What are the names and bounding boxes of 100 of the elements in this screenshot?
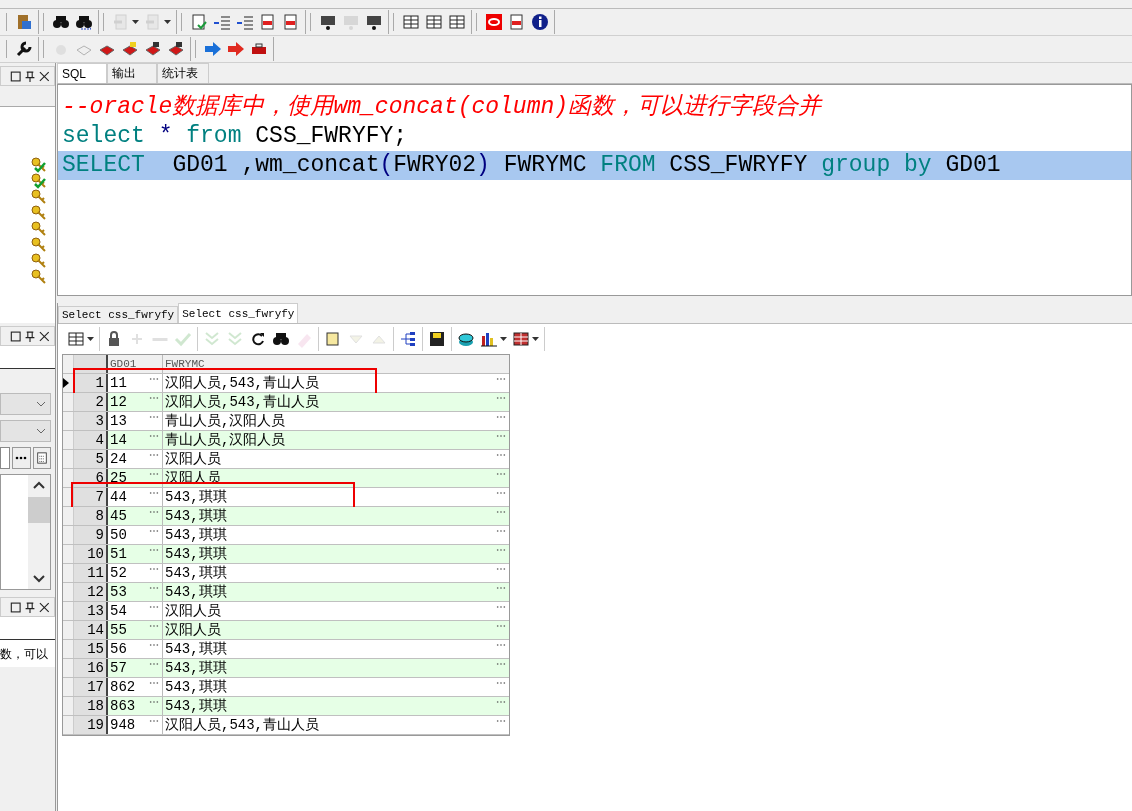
input-field[interactable] <box>0 447 10 469</box>
row-indicator[interactable] <box>63 374 74 392</box>
ellipsis-icon[interactable] <box>149 491 159 495</box>
editor-tab[interactable]: 统计表 <box>157 63 209 83</box>
panel-buttons-drawing[interactable] <box>10 70 50 82</box>
ellipsis-icon[interactable] <box>149 529 159 533</box>
row-number[interactable]: 1 <box>74 374 108 392</box>
row-number[interactable]: 15 <box>74 640 108 658</box>
document-icon <box>508 13 526 31</box>
ellipsis-icon[interactable] <box>149 567 159 571</box>
editor-tab[interactable]: 输出 <box>107 63 157 83</box>
ellipsis-icon[interactable] <box>149 662 159 666</box>
table-cell: 52 <box>110 564 127 582</box>
ellipsis-icon[interactable] <box>496 396 506 400</box>
scrollbar[interactable] <box>28 475 50 589</box>
row-number[interactable]: 13 <box>74 602 108 620</box>
ellipsis-icon[interactable] <box>496 643 506 647</box>
table-cell: 青山人员,汉阳人员 <box>165 412 286 430</box>
table-cell: 543,琪琪 <box>165 545 227 563</box>
toolbar-button[interactable] <box>511 329 540 349</box>
table-cell: 青山人员,汉阳人员 <box>165 431 286 449</box>
dropdown-field[interactable] <box>0 420 51 442</box>
ellipsis-icon[interactable] <box>149 548 159 552</box>
ellipsis-icon[interactable] <box>496 472 506 476</box>
code-line: --oracle数据库中，使用wm_concat(column)函数，可以进行字段合并 <box>61 93 824 122</box>
ellipsis-icon[interactable] <box>149 396 159 400</box>
row-number[interactable]: 2 <box>74 393 108 411</box>
ellipsis-icon[interactable] <box>496 662 506 666</box>
ellipsis-icon[interactable] <box>149 643 159 647</box>
toolbar-button[interactable] <box>427 329 447 349</box>
toolbar-button[interactable] <box>424 12 444 32</box>
ellipsis-icon[interactable] <box>496 415 506 419</box>
ellipsis-icon[interactable] <box>149 472 159 476</box>
ellipsis-icon[interactable] <box>149 510 159 514</box>
projector-icon <box>342 13 360 31</box>
ellipsis-icon[interactable] <box>149 681 159 685</box>
ellipsis-icon[interactable] <box>149 434 159 438</box>
ellipsis-icon[interactable] <box>149 605 159 609</box>
row-number[interactable]: 18 <box>74 697 108 715</box>
row-number[interactable]: 16 <box>74 659 108 677</box>
scroll-down-icon[interactable] <box>33 575 45 583</box>
row-number[interactable]: 4 <box>74 431 108 449</box>
dropdown-field[interactable] <box>0 393 51 415</box>
toolbar-button[interactable] <box>14 39 34 59</box>
row-number[interactable]: 5 <box>74 450 108 468</box>
panel-buttons-drawing[interactable] <box>10 330 50 342</box>
toolbar-button[interactable] <box>398 329 418 349</box>
table-cell: 543,琪琪 <box>165 697 227 715</box>
row-number[interactable]: 19 <box>74 716 108 734</box>
row-number[interactable]: 12 <box>74 583 108 601</box>
ellipsis-icon[interactable] <box>496 567 506 571</box>
ellipsis-icon[interactable] <box>496 510 506 514</box>
ellipsis-icon[interactable] <box>496 491 506 495</box>
toolbar-button[interactable] <box>401 12 421 32</box>
ellipsis-icon[interactable] <box>496 586 506 590</box>
ellipsis-icon[interactable] <box>149 377 159 381</box>
ellipsis-icon[interactable] <box>149 700 159 704</box>
toolbar-button[interactable] <box>447 12 467 32</box>
editor-tab[interactable]: SQL <box>57 63 107 83</box>
row-number[interactable]: 14 <box>74 621 108 639</box>
ellipsis-icon[interactable] <box>496 434 506 438</box>
ellipsis-icon[interactable] <box>149 415 159 419</box>
ellipsis-icon[interactable] <box>496 700 506 704</box>
ellipsis-icon[interactable] <box>149 586 159 590</box>
document-button[interactable] <box>32 447 51 469</box>
ellipsis-icon[interactable] <box>496 605 506 609</box>
toolbar-button[interactable] <box>66 329 95 349</box>
table-cell: 汉阳人员,543,青山人员 <box>165 393 319 411</box>
result-tab[interactable]: Select css_fwryfy <box>58 306 179 323</box>
scroll-thumb[interactable] <box>28 497 50 523</box>
ellipsis-icon[interactable] <box>496 453 506 457</box>
ellipsis-icon[interactable] <box>496 719 506 723</box>
table-cell: 54 <box>110 602 127 620</box>
row-number[interactable]: 3 <box>74 412 108 430</box>
scroll-up-icon[interactable] <box>33 481 45 489</box>
browse-button[interactable] <box>12 447 31 469</box>
ellipsis-icon[interactable] <box>496 548 506 552</box>
row-number[interactable]: 17 <box>74 678 108 696</box>
ellipsis-icon[interactable] <box>496 624 506 628</box>
ellipsis-icon[interactable] <box>496 377 506 381</box>
row-number[interactable]: 7 <box>74 488 108 506</box>
ellipsis-icon[interactable] <box>496 529 506 533</box>
ellipsis-icon[interactable] <box>149 453 159 457</box>
toolbar-button[interactable] <box>530 12 550 32</box>
panel-buttons-drawing[interactable] <box>10 601 50 613</box>
check-icon <box>174 330 192 348</box>
table-cell: 汉阳人员 <box>165 450 221 468</box>
row-number[interactable]: 8 <box>74 507 108 525</box>
table-cell: 汉阳人员,543,青山人员 <box>165 716 319 734</box>
ellipsis-icon[interactable] <box>149 719 159 723</box>
sql-editor[interactable]: --oracle数据库中，使用wm_concat(column)函数，可以进行字段合并 select * from CSS_FWRYFY; SELECT GD01 ,wm_concat(FWRY02) FWRYMC FROM CSS_FWRYFY group by GD01 <box>57 84 1132 296</box>
ellipsis-icon[interactable] <box>149 624 159 628</box>
arrow-right-icon <box>204 40 222 58</box>
row-number[interactable]: 11 <box>74 564 108 582</box>
ellipsis-icon[interactable] <box>496 681 506 685</box>
row-number[interactable]: 9 <box>74 526 108 544</box>
row-number[interactable]: 10 <box>74 545 108 563</box>
result-tab[interactable]: Select css_fwryfy <box>178 303 299 323</box>
column-header[interactable]: GD01 <box>110 358 137 370</box>
column-header[interactable]: FWRYMC <box>165 358 205 370</box>
